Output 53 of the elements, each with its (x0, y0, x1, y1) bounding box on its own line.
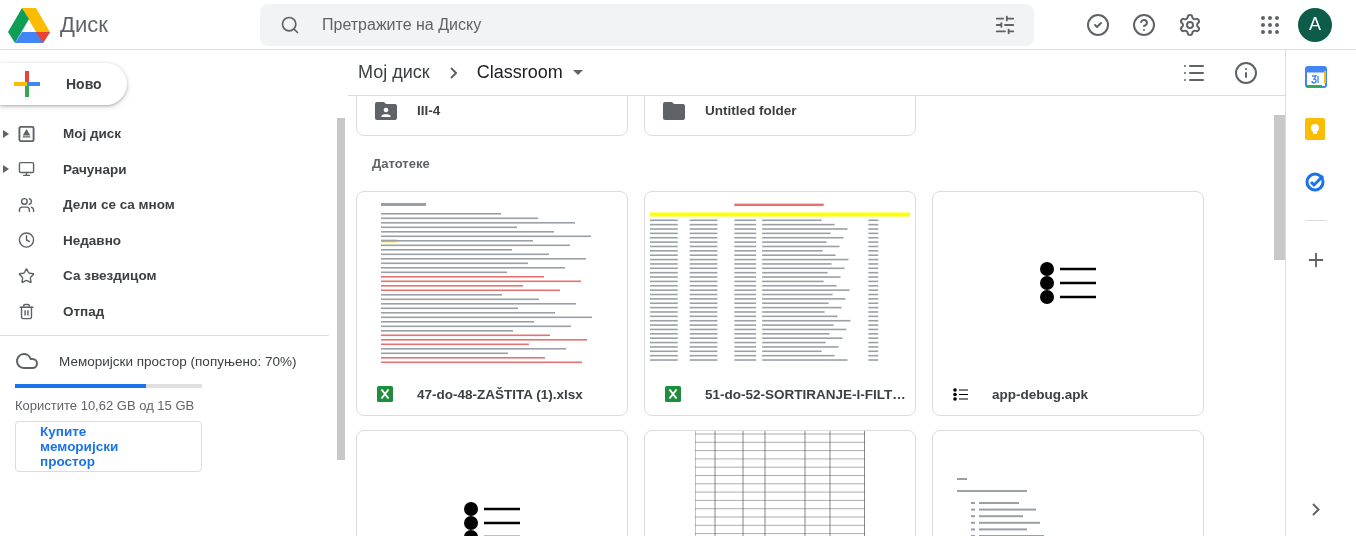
filter-icon[interactable] (994, 13, 1016, 36)
nav-item[interactable]: Отпад (0, 293, 337, 329)
app-title: Диск (60, 11, 108, 38)
settings-button[interactable] (1178, 12, 1202, 37)
nav-item[interactable]: Рачунари (0, 151, 337, 187)
folder-card[interactable]: Untitled folder (644, 96, 916, 136)
search-icon[interactable] (280, 14, 300, 35)
nav-item[interactable]: Са звездицом (0, 258, 337, 294)
search-input[interactable]: Претражите на Диску (320, 14, 974, 35)
storage-label: Меморијски простор (попуњено: 70%) (59, 353, 297, 369)
list-icon (1040, 261, 1096, 304)
breadcrumb-link[interactable]: Мој диск (358, 62, 430, 83)
nav-item[interactable]: Дели се са мном (0, 187, 337, 223)
list-icon (953, 387, 968, 401)
spreadsheet-icon (665, 386, 681, 403)
file-name: 51-do-52-SORTIRANJE-I-FILT… (705, 386, 906, 402)
star-icon (18, 265, 35, 286)
file-card[interactable]: 47-do-48-ZAŠTITA (1).xlsx (356, 191, 628, 416)
file-name: 47-do-48-ZAŠTITA (1).xlsx (417, 386, 583, 402)
nav-item[interactable]: Недавно (0, 222, 337, 258)
expand-arrow-icon[interactable] (1, 164, 11, 175)
drive-logo-icon[interactable] (8, 6, 50, 43)
file-card[interactable]: 51-do-52-SORTIRANJE-I-FILT… (644, 191, 916, 416)
offline-check-button[interactable] (1086, 12, 1110, 37)
file-card[interactable]: app-debug.apk (932, 191, 1204, 416)
buy-storage-button[interactable]: Купите меморијски простор (15, 421, 202, 472)
trash-icon (18, 301, 35, 321)
spreadsheet-icon (377, 386, 393, 403)
folder-card[interactable]: III-4 (356, 96, 628, 136)
chevron-right-icon[interactable] (1311, 503, 1320, 516)
expand-arrow-icon[interactable] (1, 128, 11, 139)
storage-usage: Користите 10,62 GB од 15 GB (15, 398, 196, 413)
current-folder-button[interactable]: Classroom (476, 62, 583, 83)
plus-icon (12, 69, 42, 99)
file-name: app-debug.apk (992, 386, 1088, 402)
account-avatar[interactable]: A (1298, 7, 1332, 42)
nav-item[interactable]: Мој диск (0, 116, 337, 152)
list-icon (464, 501, 520, 536)
info-button[interactable] (1234, 60, 1258, 85)
shared-folder-icon (375, 101, 397, 120)
help-button[interactable] (1132, 12, 1156, 37)
calendar-icon[interactable] (1304, 66, 1327, 88)
scrollbar[interactable] (337, 118, 345, 460)
folder-icon (663, 101, 685, 120)
section-heading: Датотеке (372, 156, 430, 171)
search-field[interactable]: Претражите на Диску (260, 3, 1034, 46)
drive-icon (18, 124, 35, 143)
caret-icon (572, 70, 583, 75)
clock-icon (18, 230, 35, 251)
chevron-right-icon (449, 66, 457, 79)
tasks-icon[interactable] (1304, 170, 1327, 192)
new-button[interactable]: Ново (0, 63, 127, 105)
scrollbar[interactable] (1274, 115, 1285, 260)
